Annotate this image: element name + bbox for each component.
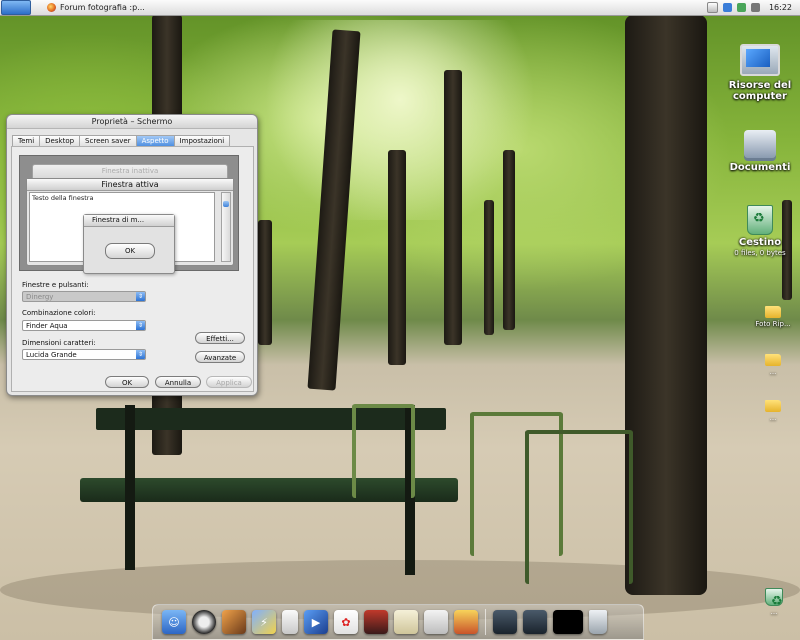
clapper-icon[interactable]: ▶ xyxy=(304,610,328,634)
tree-trunk xyxy=(388,150,406,365)
firefox-icon xyxy=(47,3,56,12)
start-button[interactable] xyxy=(1,0,31,15)
tree-trunk xyxy=(625,15,707,595)
desktop-icon-label: ... xyxy=(770,608,778,616)
tray-volume-icon[interactable] xyxy=(750,3,760,12)
chevron-updown-icon: ⇕ xyxy=(136,321,145,330)
apple-icon[interactable] xyxy=(424,610,448,634)
windows-buttons-label: Finestre e pulsanti: xyxy=(22,281,89,289)
desktop-icon-label: ... xyxy=(769,414,777,422)
display-properties-dialog: Proprietà – Schermo Temi Desktop Screen … xyxy=(6,114,258,396)
font-size-value: Lucida Grande xyxy=(26,351,77,359)
trash-info: 0 files, 0 bytes xyxy=(734,249,786,257)
effects-button[interactable]: Effetti... xyxy=(195,332,245,344)
tab-screen-saver[interactable]: Screen saver xyxy=(79,135,137,146)
chevron-updown-icon: ⇕ xyxy=(136,350,145,359)
desktop-icon-label: Foto Rip... xyxy=(755,320,791,328)
taskbar-item-forum[interactable]: Forum fotografia :p... xyxy=(47,1,687,14)
font-size-label: Dimensioni caratteri: xyxy=(22,339,96,347)
clock: 16:22 xyxy=(768,3,792,12)
color-scheme-label: Combinazione colori: xyxy=(22,309,96,317)
dialog-title[interactable]: Proprietà – Schermo xyxy=(7,115,257,129)
message-box-preview: Finestra di m... OK xyxy=(83,214,175,274)
park-chair xyxy=(525,430,633,584)
appearance-panel: Finestra inattiva Finestra attiva Testo … xyxy=(11,146,254,392)
desktop-icon-trash-small[interactable]: ... xyxy=(756,588,792,616)
drive2-icon[interactable] xyxy=(523,610,547,634)
active-window-preview: Finestra attiva Testo della finestra Fin… xyxy=(26,178,234,274)
character-icon[interactable] xyxy=(364,610,388,634)
tree-trunk xyxy=(258,220,272,345)
appearance-preview: Finestra inattiva Finestra attiva Testo … xyxy=(19,155,239,274)
scroll-arrow-icon xyxy=(223,201,229,207)
tree-trunk xyxy=(503,150,515,330)
windows-buttons-select[interactable]: Dinergy ⇕ xyxy=(22,291,146,302)
chevron-updown-icon: ⇕ xyxy=(136,292,145,301)
tab-bar: Temi Desktop Screen saver Aspetto Impost… xyxy=(12,135,231,146)
tab-settings[interactable]: Impostazioni xyxy=(173,135,231,146)
color-scheme-value: Finder Aqua xyxy=(26,322,68,330)
tray-network-icon[interactable] xyxy=(722,3,732,12)
desktop-icon-documents[interactable]: Documenti xyxy=(722,130,798,173)
trash-icon[interactable] xyxy=(589,610,607,634)
dock-separator xyxy=(485,609,486,635)
desktop-icon-folder[interactable]: ... xyxy=(750,354,796,376)
ok-button[interactable]: OK xyxy=(105,376,149,388)
recycle-bin-icon xyxy=(765,588,783,609)
ipod-icon[interactable] xyxy=(282,610,298,634)
tree-trunk xyxy=(444,70,462,345)
cancel-button[interactable]: Annulla xyxy=(155,376,201,388)
photo-icon[interactable] xyxy=(222,610,246,634)
dock: ☺ ⚡ ▶ ✿ xyxy=(152,604,644,640)
apply-button[interactable]: Applica xyxy=(206,376,252,388)
desktop-icon-label: Documenti xyxy=(729,162,791,173)
bench-leg xyxy=(125,405,135,570)
desktop-icon-folder[interactable]: Foto Rip... xyxy=(750,306,796,328)
recycle-bin-icon xyxy=(747,205,773,235)
tab-appearance[interactable]: Aspetto xyxy=(135,135,175,146)
preview-scrollbar xyxy=(221,192,231,262)
lightning-icon[interactable]: ⚡ xyxy=(252,610,276,634)
bone-icon[interactable] xyxy=(394,610,418,634)
advanced-button[interactable]: Avanzate xyxy=(195,351,245,363)
terminal-icon[interactable] xyxy=(553,610,583,634)
message-box-title: Finestra di m... xyxy=(84,215,174,227)
windows-buttons-value: Dinergy xyxy=(26,293,54,301)
system-tray: 16:22 xyxy=(706,1,800,14)
drive-icon[interactable] xyxy=(493,610,517,634)
folder-icon xyxy=(765,400,781,412)
browser-icon[interactable] xyxy=(192,610,216,634)
tray-shield-icon[interactable] xyxy=(736,3,746,12)
tray-window-icon[interactable] xyxy=(706,2,718,13)
tab-desktop[interactable]: Desktop xyxy=(39,135,81,146)
park-chair xyxy=(352,404,415,498)
folder-icon xyxy=(765,306,781,318)
preview-ok-button: OK xyxy=(105,243,155,259)
chat-icon[interactable]: ✿ xyxy=(334,610,358,634)
folder-icon xyxy=(765,354,781,366)
computer-icon xyxy=(740,44,780,76)
desktop-icon-label: Risorse del computer xyxy=(728,80,792,102)
documents-icon xyxy=(744,130,776,158)
tree-trunk xyxy=(484,200,494,335)
active-window-title: Finestra attiva xyxy=(27,179,233,191)
desktop-icon-label: Cestino xyxy=(738,237,782,248)
finder-icon[interactable]: ☺ xyxy=(162,610,186,634)
tab-themes[interactable]: Temi xyxy=(12,135,41,146)
desktop-icon-folder[interactable]: ... xyxy=(750,400,796,422)
font-size-select[interactable]: Lucida Grande ⇕ xyxy=(22,349,146,360)
color-scheme-select[interactable]: Finder Aqua ⇕ xyxy=(22,320,146,331)
desktop-icon-label: ... xyxy=(769,368,777,376)
top-taskbar: Forum fotografia :p... 16:22 xyxy=(0,0,800,16)
desktop-icon-trash[interactable]: Cestino 0 files, 0 bytes xyxy=(724,205,796,259)
taskbar-item-label: Forum fotografia :p... xyxy=(60,3,145,12)
city-icon[interactable] xyxy=(454,610,478,634)
desktop-icon-computer[interactable]: Risorse del computer xyxy=(722,44,798,102)
